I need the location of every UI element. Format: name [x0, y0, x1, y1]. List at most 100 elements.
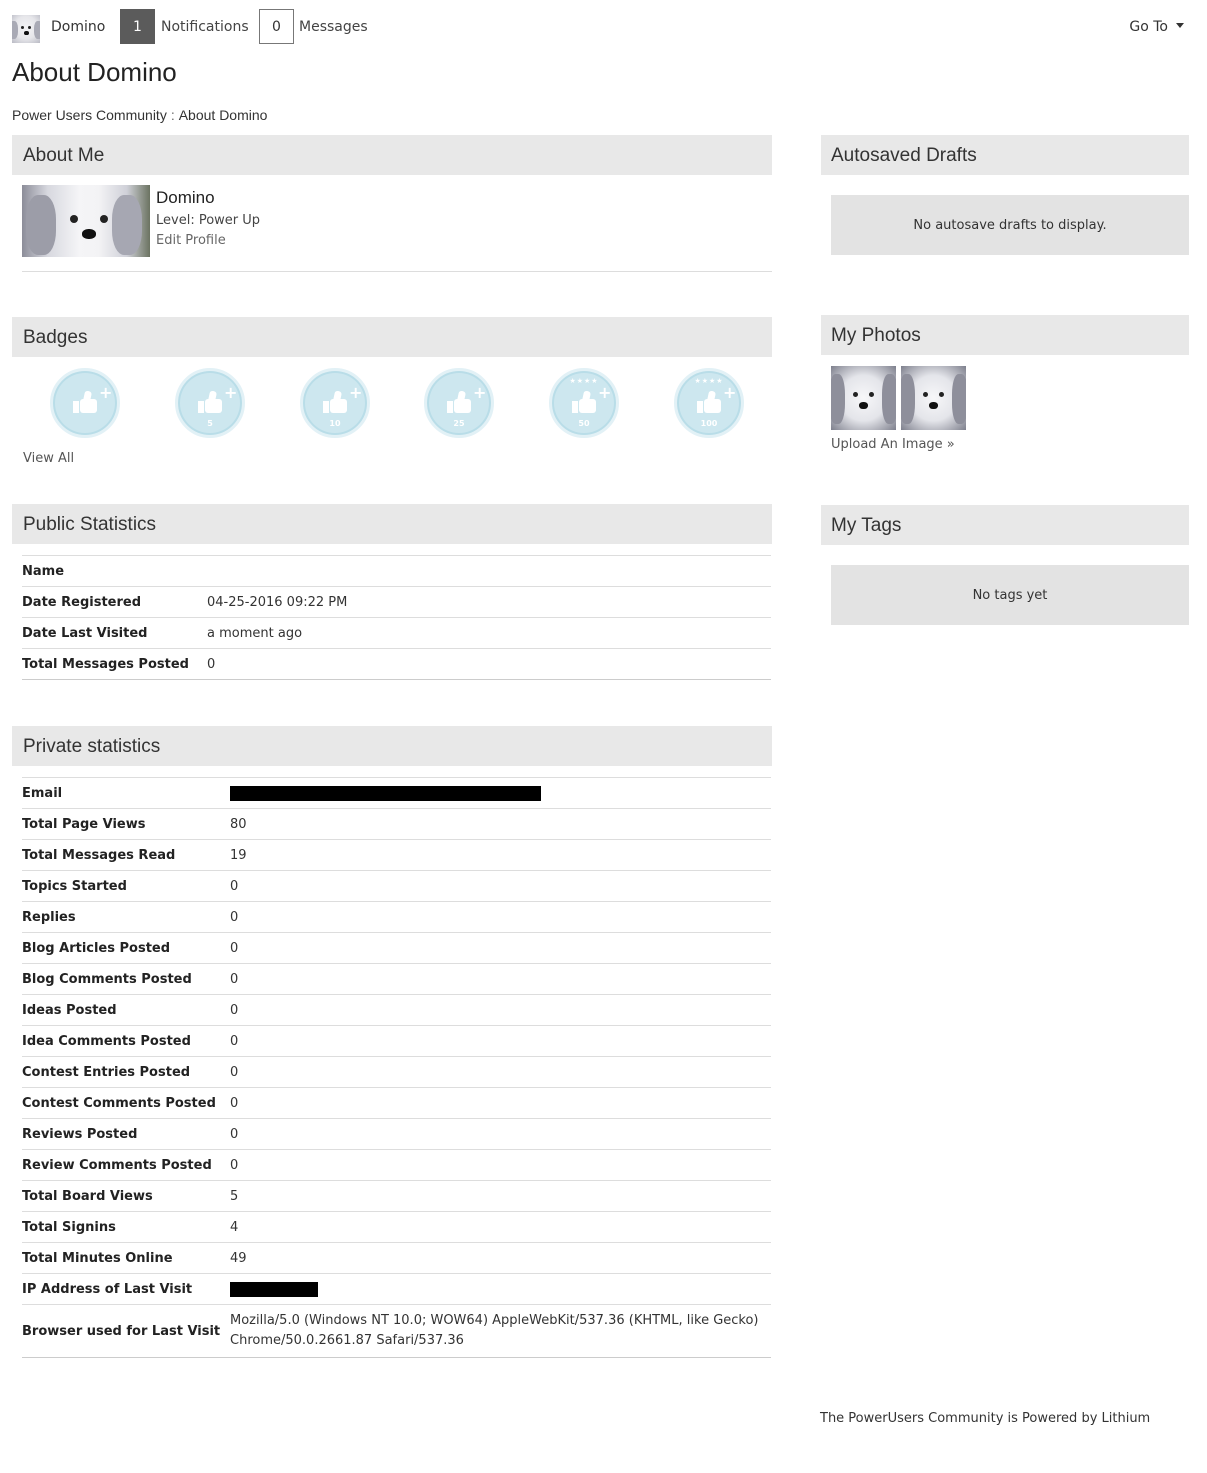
thumbs-up-badge-icon[interactable]: +5: [175, 368, 245, 438]
redaction-bar: [230, 785, 541, 801]
table-row: Contest Entries Posted 0: [22, 1056, 771, 1088]
footer-text: The PowerUsers Community is Powered by L…: [820, 1411, 1151, 1426]
view-all-badges-link[interactable]: View All: [23, 451, 74, 466]
thumbs-up-badge-icon[interactable]: +25: [424, 368, 494, 438]
edit-profile-link[interactable]: Edit Profile: [156, 233, 226, 248]
badge-number: 100: [700, 419, 718, 428]
stat-label: Name: [22, 555, 207, 587]
notifications-count[interactable]: 1: [120, 9, 155, 44]
stat-value: 0: [230, 963, 771, 995]
table-row: Total Signins 4: [22, 1211, 771, 1243]
table-row: IP Address of Last Visit: [22, 1273, 771, 1305]
profile-level: Level: Power Up: [156, 213, 261, 228]
stat-label: Date Registered: [22, 586, 207, 618]
stat-label: Total Messages Posted: [22, 648, 207, 680]
table-row: Ideas Posted 0: [22, 994, 771, 1026]
stat-label: Reviews Posted: [22, 1118, 230, 1150]
plus-icon: +: [224, 383, 238, 402]
thumbs-up-icon: [73, 390, 99, 415]
photo-thumbnail[interactable]: [901, 366, 966, 430]
table-row: Total Messages Posted 0: [22, 648, 771, 680]
messages-count[interactable]: 0: [259, 9, 294, 44]
stat-value: Mozilla/5.0 (Windows NT 10.0; WOW64) App…: [230, 1304, 771, 1358]
plus-icon: +: [723, 383, 737, 402]
stat-label: Total Messages Read: [22, 839, 230, 871]
stat-label: Email: [22, 777, 230, 809]
upload-image-link[interactable]: Upload An Image »: [831, 437, 955, 452]
badge-number: 25: [453, 419, 465, 428]
thumbs-up-icon: [323, 390, 349, 415]
my-photos-heading: My Photos: [821, 315, 1189, 355]
stat-value: 0: [230, 1025, 771, 1057]
stat-value: 0: [230, 870, 771, 902]
private-statistics-table: Email Total Page Views 80 Total Messages Re…: [22, 777, 771, 1358]
thumbs-up-badge-icon[interactable]: +: [50, 368, 120, 438]
stat-label: Review Comments Posted: [22, 1149, 230, 1181]
thumbs-up-badge-icon[interactable]: ★★★★ +100: [674, 368, 744, 438]
stat-value: 19: [230, 839, 771, 871]
stat-label: Total Signins: [22, 1211, 230, 1243]
stat-label: Total Page Views: [22, 808, 230, 840]
thumbs-up-icon: [697, 390, 723, 415]
table-row: Date Registered 04-25-2016 09:22 PM: [22, 586, 771, 618]
stat-label: Blog Comments Posted: [22, 963, 230, 995]
breadcrumb-community-link[interactable]: Power Users Community: [12, 107, 167, 123]
public-statistics-table: Name Date Registered 04-25-2016 09:22 PM Da…: [22, 555, 771, 680]
divider: [22, 271, 772, 272]
table-row: Replies 0: [22, 901, 771, 933]
stat-label: Total Minutes Online: [22, 1242, 230, 1274]
stat-value: a moment ago: [207, 617, 771, 649]
stat-label: Date Last Visited: [22, 617, 207, 649]
redaction-bar: [230, 1281, 318, 1297]
table-row: Total Messages Read 19: [22, 839, 771, 871]
profile-name: Domino: [156, 188, 215, 207]
thumbs-up-icon: [447, 390, 473, 415]
username-link[interactable]: Domino: [51, 19, 105, 35]
public-statistics-heading: Public Statistics: [12, 504, 772, 544]
badge-number: 50: [578, 419, 590, 428]
stat-value: 49: [230, 1242, 771, 1274]
about-me-heading: About Me: [12, 135, 772, 175]
breadcrumb: Power Users Community: About Domino: [12, 107, 268, 123]
table-row: Idea Comments Posted 0: [22, 1025, 771, 1057]
table-row: Name: [22, 555, 771, 587]
stat-label: IP Address of Last Visit: [22, 1273, 230, 1305]
notifications-link[interactable]: Notifications: [161, 19, 249, 35]
autosaved-drafts-heading: Autosaved Drafts: [821, 135, 1189, 175]
badge-number: 10: [329, 419, 341, 428]
stat-label: Ideas Posted: [22, 994, 230, 1026]
thumbs-up-icon: [572, 390, 598, 415]
thumbs-up-badge-icon[interactable]: +10: [300, 368, 370, 438]
stat-label: Contest Comments Posted: [22, 1087, 230, 1119]
table-row: Topics Started 0: [22, 870, 771, 902]
user-avatar[interactable]: [12, 15, 40, 43]
stat-label: Blog Articles Posted: [22, 932, 230, 964]
stat-label: Replies: [22, 901, 230, 933]
stat-label: Topics Started: [22, 870, 230, 902]
table-row: Reviews Posted 0: [22, 1118, 771, 1150]
profile-avatar: [22, 185, 150, 257]
stat-label: Total Board Views: [22, 1180, 230, 1212]
badges-heading: Badges: [12, 317, 772, 357]
goto-menu[interactable]: Go To: [1129, 19, 1184, 35]
page-title: About Domino: [12, 57, 177, 87]
table-row: Review Comments Posted 0: [22, 1149, 771, 1181]
stat-label: Contest Entries Posted: [22, 1056, 230, 1088]
top-bar: Domino 1 Notifications 0 Messages Go To: [12, 9, 1192, 44]
stat-value: 0: [230, 901, 771, 933]
plus-icon: +: [598, 383, 612, 402]
table-row: Total Minutes Online 49: [22, 1242, 771, 1274]
stat-value: [207, 555, 771, 587]
badge-number: 5: [207, 419, 213, 428]
table-row: Total Board Views 5: [22, 1180, 771, 1212]
thumbs-up-badge-icon[interactable]: ★★★★ +50: [549, 368, 619, 438]
stat-value: 0: [230, 994, 771, 1026]
tags-empty-message: No tags yet: [831, 565, 1189, 625]
redacted-value: [230, 777, 771, 809]
plus-icon: +: [473, 383, 487, 402]
stat-value: 0: [207, 648, 771, 680]
photo-thumbnail[interactable]: [831, 366, 896, 430]
stat-value: 0: [230, 1149, 771, 1181]
stat-value: 80: [230, 808, 771, 840]
messages-link[interactable]: Messages: [299, 19, 368, 35]
